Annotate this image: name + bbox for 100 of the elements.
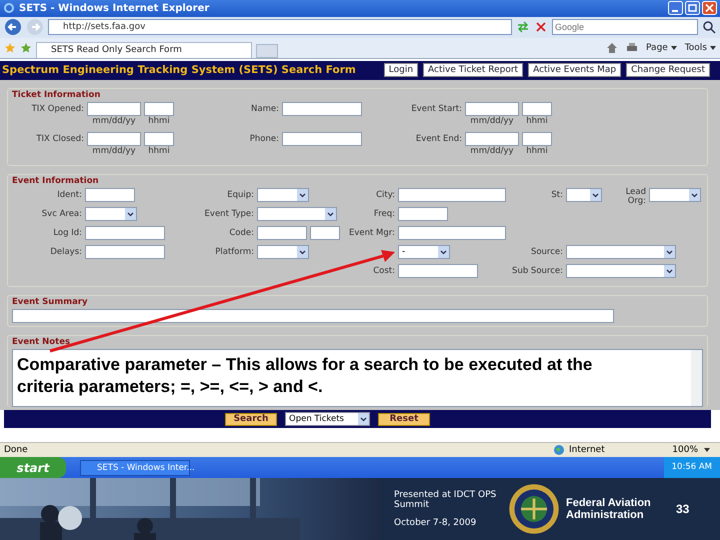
chevron-down-icon[interactable] [325,208,336,220]
nav-button[interactable]: Change Request [626,63,710,78]
field-label: Cost: [372,264,395,278]
section-title: Event Summary [12,296,89,307]
start-button[interactable]: start [0,457,66,478]
chevron-down-icon[interactable] [664,264,675,277]
field-label: Phone: [248,132,279,146]
favorites-star-icon[interactable] [4,42,16,54]
summary-field[interactable] [12,308,614,323]
input-field[interactable] [398,264,478,278]
section-title: Ticket Information [12,90,102,100]
caret-icon[interactable] [670,46,677,50]
input-field[interactable] [144,102,174,116]
input-field[interactable] [85,244,165,259]
chevron-down-icon[interactable] [438,246,449,258]
input-field[interactable] [465,132,519,146]
field-label: Code: [228,226,254,240]
search-icon[interactable] [702,20,716,34]
field-label: TIX Closed: [35,132,84,146]
field-label: Source: [530,246,563,259]
back-icon[interactable] [4,18,22,36]
section-title: Event Information [12,176,100,186]
seal-icon [508,483,560,536]
status-text: Done [4,445,29,456]
input-field[interactable] [144,132,174,146]
ticket-filter-dropdown[interactable]: Open Tickets [285,412,370,426]
format-hint: hhmi [526,116,548,126]
add-favorite-icon[interactable] [20,42,32,54]
field-label: Lead Org: [624,188,646,206]
input-field[interactable] [465,102,519,116]
field-label: Freq: [372,208,395,221]
search-button[interactable]: Search [225,412,277,426]
field-label: St: [550,188,563,202]
nav-button[interactable]: Active Events Map [528,63,622,78]
field-label: Sub Source: [511,264,563,278]
new-tab-button[interactable] [256,44,278,58]
input-field[interactable] [310,226,340,240]
chevron-down-icon[interactable] [590,188,601,201]
field-label: Delays: [49,246,82,259]
caret-icon[interactable] [704,448,710,452]
chevron-down-icon[interactable] [358,413,369,426]
chevron-down-icon[interactable] [125,208,136,220]
input-field[interactable] [257,226,307,240]
chevron-down-icon[interactable] [689,188,700,201]
input-field[interactable] [87,102,141,116]
chevron-down-icon[interactable] [297,246,308,258]
nav-button[interactable]: Active Ticket Report [423,63,524,78]
browser-logo-icon [3,2,15,14]
chevron-down-icon[interactable] [664,246,675,258]
stop-icon[interactable] [534,20,548,34]
field-label: Ident: [56,188,82,202]
refresh-icon[interactable] [516,20,530,34]
nav-button[interactable]: Login [384,63,418,78]
format-hint: mm/dd/yy [92,146,136,156]
input-field[interactable] [87,132,141,146]
printer-icon[interactable] [626,42,638,54]
format-hint: hhmi [526,146,548,156]
format-hint: mm/dd/yy [470,116,514,126]
command-menu[interactable]: Tools [684,42,707,53]
maximize-button[interactable] [685,1,700,16]
input-field[interactable] [398,188,506,202]
field-label: Name: [250,102,279,116]
format-hint: mm/dd/yy [470,146,514,156]
input-field[interactable] [85,188,135,202]
reset-button[interactable]: Reset [378,412,430,426]
search-field[interactable]: Google [552,19,698,36]
format-hint: hhmi [148,116,170,126]
page-number: 33 [676,502,690,516]
field-label: TIX Opened: [30,102,84,116]
globe-icon [553,444,565,456]
field-label: Svc Area: [40,208,82,221]
input-field[interactable] [522,132,552,146]
browser-tab[interactable]: SETS Read Only Search Form [36,42,252,58]
window-title: SETS - Windows Internet Explorer [19,2,210,14]
close-button[interactable] [702,1,717,16]
caret-icon[interactable] [710,46,716,50]
clock: 10:56 AM [664,457,720,478]
input-field[interactable] [398,206,448,221]
home-icon[interactable] [606,42,618,54]
zoom-level[interactable]: 100% [672,445,698,456]
field-label: Event Mgr: [348,226,395,240]
minimize-button[interactable] [668,1,683,16]
input-field[interactable] [282,102,362,116]
address-field[interactable]: http://sets.faa.gov [48,19,512,36]
input-field[interactable] [282,132,362,146]
field-label: Platform: [214,246,254,259]
input-field[interactable] [85,226,165,240]
agency-name: Federal Aviation Administration [566,497,652,522]
notes-field[interactable]: Comparative parameter – This allows for a search to be executed at the criteria parameters; =, >=, <=, > and <. [12,349,703,408]
input-field[interactable] [522,102,552,116]
field-label: Event Type: [204,208,254,221]
section-title: Event Notes [12,337,72,348]
presented-text: Presented at IDCT OPS Summit [394,490,498,510]
input-field[interactable] [398,226,506,240]
app-title: Spectrum Engineering Tracking System (SETS) Search Form [2,64,357,76]
command-menu[interactable]: Page [646,42,668,53]
date-text: October 7-8, 2009 [394,518,478,528]
dropdown[interactable]: - [398,244,450,259]
zone-text: Internet [569,445,606,456]
chevron-down-icon[interactable] [297,188,308,201]
